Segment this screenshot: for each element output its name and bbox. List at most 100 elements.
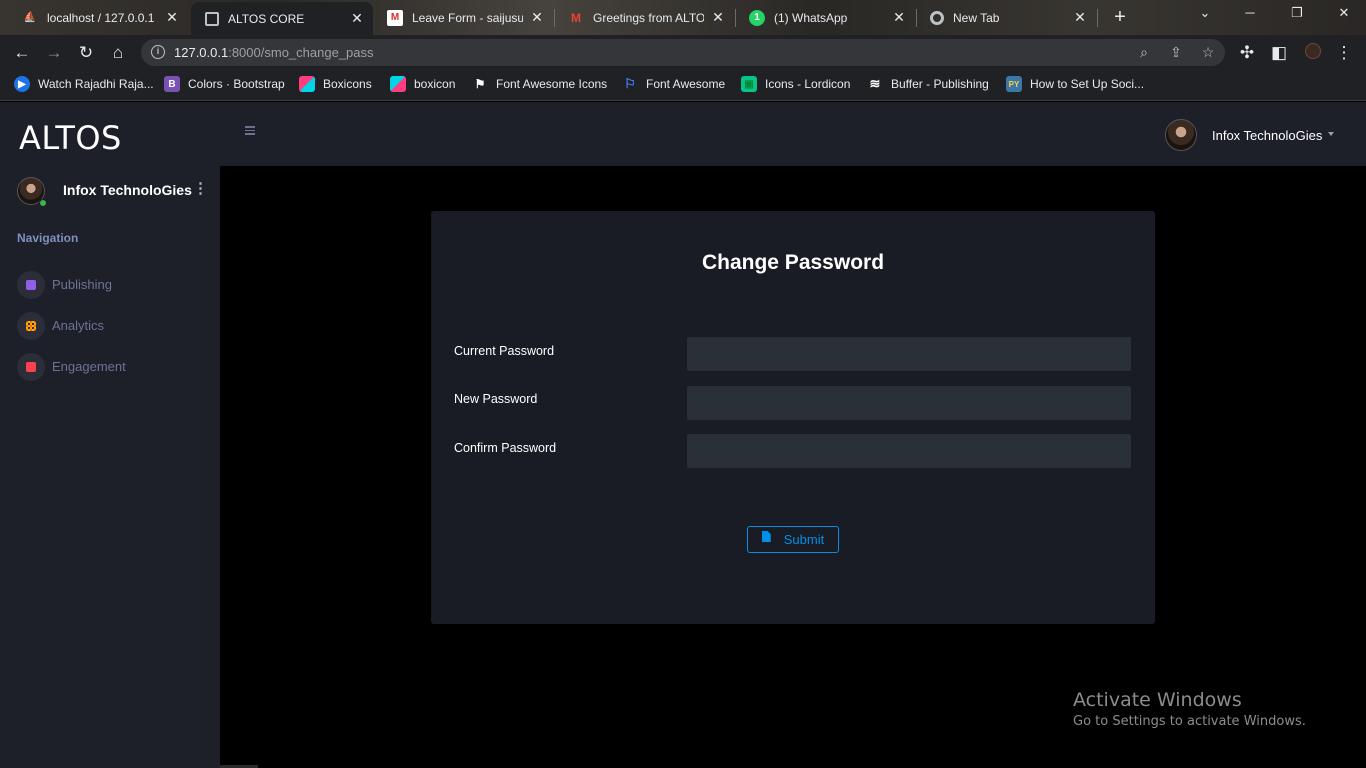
gmail-icon: M xyxy=(571,10,581,25)
bookmark-item[interactable]: ≋ Buffer - Publishing xyxy=(867,76,989,92)
topbar-user-name: Infox TechnoloGies xyxy=(1212,128,1323,143)
sidebar-item-label: Engagement xyxy=(52,359,126,374)
close-tab-icon[interactable]: ✕ xyxy=(710,9,726,26)
kebab-menu-icon[interactable]: ⋮ xyxy=(193,179,208,197)
close-tab-icon[interactable]: ✕ xyxy=(349,10,365,27)
top-navbar: Infox TechnoloGies xyxy=(220,102,1366,166)
browser-tab-strip: ⛵ localhost / 127.0.0.1 / ✕ ALTOS CORE ✕… xyxy=(0,0,1366,35)
phpmyadmin-icon: ⛵ xyxy=(23,12,37,23)
sidebar-item-publishing[interactable]: Publishing xyxy=(17,271,207,299)
avatar xyxy=(1165,119,1197,151)
confirm-password-label: Confirm Password xyxy=(454,441,557,455)
whatsapp-icon: 1 xyxy=(749,9,765,26)
new-password-label: New Password xyxy=(454,392,538,406)
bookmark-label: Watch Rajadhi Raja... xyxy=(38,77,154,91)
home-icon[interactable]: ⌂ xyxy=(108,43,128,63)
file-icon xyxy=(761,531,771,542)
bookmark-label: Colors · Bootstrap xyxy=(188,77,285,91)
bookmark-label: Boxicons xyxy=(323,77,372,91)
caret-down-icon xyxy=(1328,132,1334,136)
bookmark-label: Buffer - Publishing xyxy=(891,77,989,91)
bookmark-item[interactable]: boxicon xyxy=(390,76,455,92)
python-icon: PY xyxy=(1006,76,1022,92)
change-password-card: Change Password Current Password New Pas… xyxy=(431,211,1155,624)
bookmark-item[interactable]: ▣ Icons - Lordicon xyxy=(741,76,850,92)
sidebar-item-label: Analytics xyxy=(52,318,105,333)
browser-tab-greetings[interactable]: M Greetings from ALTOS ✕ xyxy=(554,4,734,31)
browser-tab-leave-form[interactable]: M Leave Form - saijusun ✕ xyxy=(373,4,553,31)
sidebar-item-label: Publishing xyxy=(52,277,112,292)
url-text[interactable]: 127.0.0.1:8000/smo_change_pass xyxy=(174,45,374,60)
bookmark-item[interactable]: ⚑ Font Awesome Icons xyxy=(472,76,608,92)
browser-tab-phpmyadmin[interactable]: ⛵ localhost / 127.0.0.1 / ✕ xyxy=(8,4,188,31)
bookmark-item[interactable]: Boxicons xyxy=(299,76,372,92)
current-password-field[interactable] xyxy=(687,337,1131,371)
back-arrow-icon[interactable]: ← xyxy=(12,43,32,63)
list-icon xyxy=(26,362,36,372)
bookmark-star-icon[interactable]: ☆ xyxy=(1199,44,1217,61)
bookmark-label: Font Awesome xyxy=(646,77,726,91)
flag-outline-icon: ⚐ xyxy=(624,76,636,91)
new-tab-icon[interactable]: + xyxy=(1109,6,1131,28)
close-tab-icon[interactable]: ✕ xyxy=(529,9,545,26)
submit-button[interactable]: Submit xyxy=(747,526,839,553)
bookmark-item[interactable]: ▶ Watch Rajadhi Raja... xyxy=(14,76,154,92)
browser-menu-icon[interactable]: ⋮ xyxy=(1334,43,1354,63)
watermark-subtitle: Go to Settings to activate Windows. xyxy=(1073,714,1306,729)
activate-windows-watermark: Activate Windows Go to Settings to activ… xyxy=(1073,689,1306,729)
grid-icon xyxy=(26,321,36,331)
site-info-icon[interactable]: i xyxy=(151,45,165,59)
restore-icon[interactable]: ❐ xyxy=(1287,5,1307,21)
reload-icon[interactable]: ↻ xyxy=(76,43,96,63)
close-tab-icon[interactable]: ✕ xyxy=(164,9,180,26)
browser-tab-new-tab[interactable]: New Tab ✕ xyxy=(916,4,1096,31)
page-title: Change Password xyxy=(701,251,885,274)
bookmark-label: boxicon xyxy=(414,77,456,91)
current-password-label: Current Password xyxy=(454,344,555,358)
boxicons-icon xyxy=(390,76,406,92)
online-status-dot xyxy=(39,199,47,207)
sidebar-item-engagement[interactable]: Engagement xyxy=(17,353,207,381)
bookmark-label: Font Awesome Icons xyxy=(496,77,608,91)
document-icon xyxy=(26,280,36,290)
confirm-password-field[interactable] xyxy=(687,434,1131,468)
close-tab-icon[interactable]: ✕ xyxy=(1072,9,1088,26)
sidebar-item-analytics[interactable]: Analytics xyxy=(17,312,207,340)
minimize-icon[interactable]: ─ xyxy=(1240,5,1260,20)
url-path: :8000/smo_change_pass xyxy=(228,45,374,60)
zoom-icon[interactable]: ⌕ xyxy=(1135,44,1153,61)
address-bar[interactable]: i 127.0.0.1:8000/smo_change_pass ⌕ ⇪ ☆ xyxy=(141,39,1225,66)
bookmark-item[interactable]: ⚐ Font Awesome xyxy=(622,76,725,92)
bookmarks-bar: ▶ Watch Rajadhi Raja... B Colors · Boots… xyxy=(0,70,1366,101)
forward-arrow-icon[interactable]: → xyxy=(44,43,64,63)
extensions-puzzle-icon[interactable]: ✣ xyxy=(1237,43,1257,63)
gmail-icon: M xyxy=(387,9,403,26)
watermark-title: Activate Windows xyxy=(1073,689,1242,711)
side-panel-icon[interactable]: ◧ xyxy=(1269,43,1289,63)
page-icon xyxy=(205,11,219,26)
browser-tab-whatsapp[interactable]: 1 (1) WhatsApp ✕ xyxy=(735,4,915,31)
sidebar-user-profile[interactable]: Infox TechnoloGies ⋮ xyxy=(17,175,208,207)
buffer-icon: ≋ xyxy=(869,76,881,91)
new-password-field[interactable] xyxy=(687,386,1131,420)
share-icon[interactable]: ⇪ xyxy=(1167,44,1185,61)
tab-search-icon[interactable]: ⌄ xyxy=(1195,5,1215,21)
chrome-icon xyxy=(930,10,944,25)
tab-separator xyxy=(1097,9,1098,27)
submit-label: Submit xyxy=(783,532,825,547)
browser-tab-altos-core[interactable]: ALTOS CORE ✕ xyxy=(191,2,373,35)
boxicons-icon xyxy=(299,76,315,92)
brand-logo[interactable]: ALTOS xyxy=(19,119,122,157)
bookmark-item[interactable]: B Colors · Bootstrap xyxy=(164,76,285,92)
lordicon-icon: ▣ xyxy=(741,76,757,92)
play-icon: ▶ xyxy=(14,76,30,92)
sidebar: ALTOS Infox TechnoloGies ⋮ Navigation Pu… xyxy=(0,102,220,768)
close-window-icon[interactable]: ✕ xyxy=(1334,5,1354,21)
bookmark-label: How to Set Up Soci... xyxy=(1030,77,1145,91)
profile-avatar-icon[interactable] xyxy=(1303,43,1323,63)
bookmark-item[interactable]: PY How to Set Up Soci... xyxy=(1006,76,1144,92)
close-tab-icon[interactable]: ✕ xyxy=(891,9,907,26)
flag-icon: ⚑ xyxy=(474,77,486,91)
hamburger-menu-icon[interactable] xyxy=(245,126,255,135)
nav-section-title: Navigation xyxy=(17,231,79,245)
